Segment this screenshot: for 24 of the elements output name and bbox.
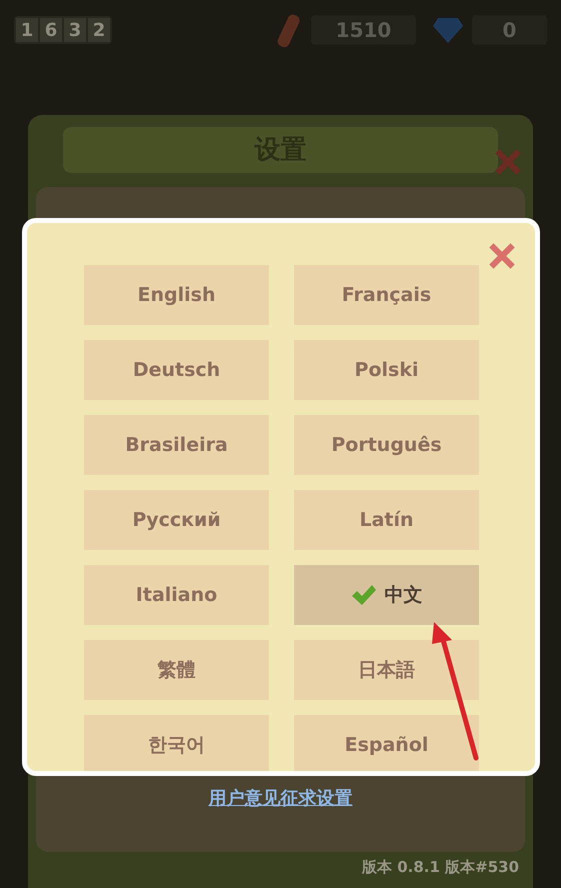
language-option[interactable]: Português (294, 415, 479, 475)
counter-digit: 1 (16, 18, 38, 42)
counter-digit: 6 (40, 18, 62, 42)
language-option[interactable]: 繁體 (84, 640, 269, 700)
language-option[interactable]: Latín (294, 490, 479, 550)
version-text: 版本 0.8.1 版本#530 (362, 857, 520, 878)
feedback-link[interactable]: 用户意见征求设置 (208, 785, 352, 812)
gem-count: 0 (472, 15, 547, 45)
language-option[interactable]: 日本語 (294, 640, 479, 700)
language-option[interactable]: Français (294, 265, 479, 325)
language-option[interactable]: Polski (294, 340, 479, 400)
language-option[interactable]: 中文 (294, 565, 479, 625)
counter-digit: 2 (88, 18, 110, 42)
language-option[interactable]: 한국어 (84, 715, 269, 771)
language-option[interactable]: Русский (84, 490, 269, 550)
language-option[interactable]: Español (294, 715, 479, 771)
check-icon (350, 584, 376, 606)
language-option[interactable]: English (84, 265, 269, 325)
language-option[interactable]: Deutsch (84, 340, 269, 400)
wood-count: 1510 (311, 15, 416, 45)
counter-digit: 3 (64, 18, 86, 42)
gem-icon (432, 16, 464, 44)
language-option[interactable]: Brasileira (84, 415, 269, 475)
language-option[interactable]: Italiano (84, 565, 269, 625)
